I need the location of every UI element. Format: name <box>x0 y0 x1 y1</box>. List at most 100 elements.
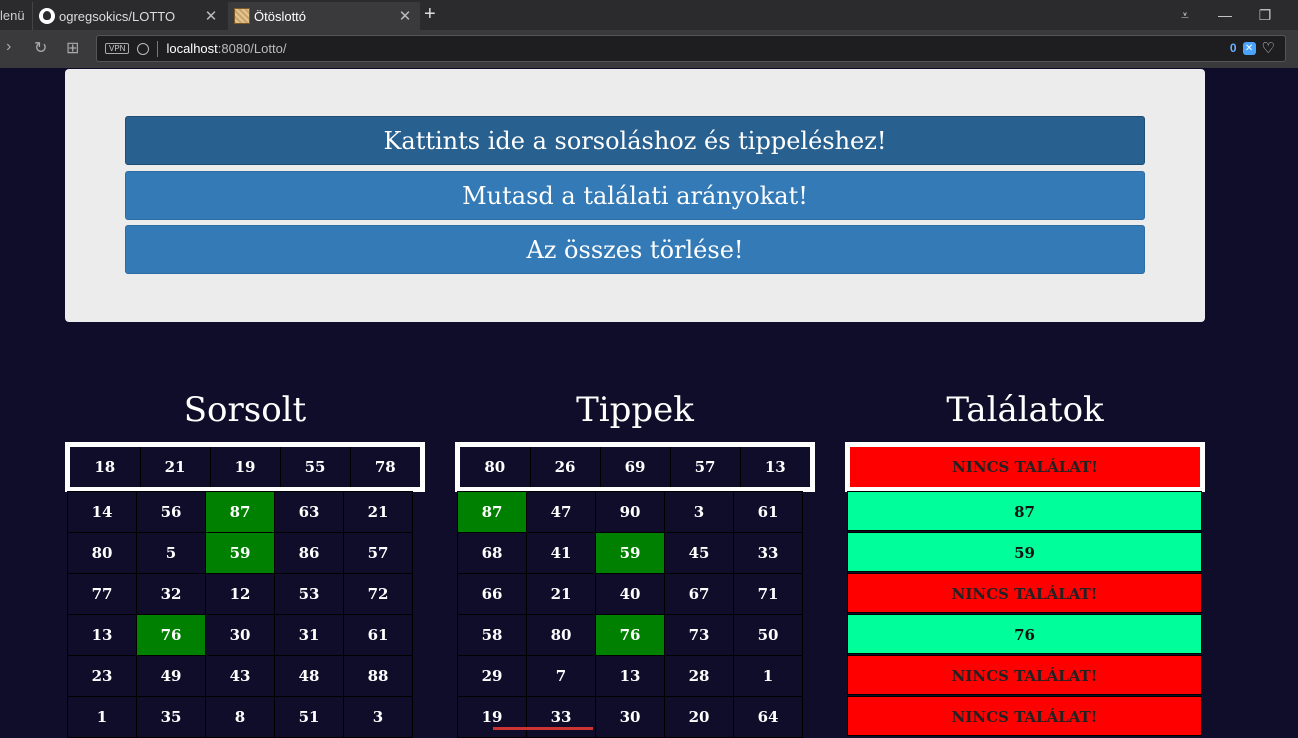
drawn-latest-row: 18 21 19 55 78 <box>65 442 425 492</box>
table-row: 29 7 13 28 1 <box>457 655 803 697</box>
tips-cell: 87 <box>457 491 527 533</box>
url-separator <box>157 40 159 57</box>
minimize-icon[interactable]: — <box>1204 0 1246 30</box>
drawn-cell: 35 <box>136 696 206 738</box>
browser-tab-bar: lenü ogregsokics/LOTTO ✕ Ötöslottó ✕ + ⩡… <box>0 0 1298 30</box>
tips-cell: 73 <box>664 614 734 656</box>
drawn-cell: 53 <box>274 573 344 615</box>
tips-cell: 33 <box>733 532 803 574</box>
url-text: localhost:8080/Lotto/ <box>166 41 286 56</box>
table-row: 23 49 43 48 88 <box>67 655 413 697</box>
tips-cell: 19 <box>457 696 527 738</box>
drawn-table: 14 56 87 63 21 80 5 59 86 57 77 32 12 53 72 13 76 30 31 61 2… <box>67 491 413 738</box>
tips-cell: 59 <box>595 532 665 574</box>
tips-cell: 30 <box>595 696 665 738</box>
table-row: 13 76 30 31 61 <box>67 614 413 656</box>
drawn-cell: 32 <box>136 573 206 615</box>
result-row: NINCS TALÁLAT! <box>847 655 1202 695</box>
tips-latest-cell: 57 <box>670 447 741 487</box>
url-field[interactable]: VPN localhost:8080/Lotto/ 0 ✕ ♡ <box>96 35 1286 62</box>
results-list: 87 59 NINCS TALÁLAT! 76 NINCS TALÁLAT! NINCS … <box>847 491 1202 737</box>
drawn-latest-cell: 18 <box>70 447 141 487</box>
tab-lotto[interactable]: Ötöslottó ✕ <box>228 2 420 30</box>
table-row: 19 33 30 20 64 <box>457 696 803 738</box>
address-bar: › ↻ ⊞ VPN localhost:8080/Lotto/ 0 ✕ ♡ <box>0 30 1298 68</box>
result-latest: NINCS TALÁLAT! <box>845 442 1205 492</box>
tips-title: Tippek <box>576 390 694 430</box>
table-row: 1 35 8 51 3 <box>67 696 413 738</box>
lotto-favicon-icon <box>234 8 250 24</box>
tips-cell: 1 <box>733 655 803 697</box>
drawn-cell: 3 <box>343 696 413 738</box>
tips-cell: 47 <box>526 491 596 533</box>
tips-cell: 80 <box>526 614 596 656</box>
drawn-cell: 14 <box>67 491 137 533</box>
tips-cell: 50 <box>733 614 803 656</box>
drawn-latest-cell: 55 <box>280 447 351 487</box>
drawn-cell: 48 <box>274 655 344 697</box>
drawn-cell: 88 <box>343 655 413 697</box>
tips-cell: 68 <box>457 532 527 574</box>
drawn-title: Sorsolt <box>183 390 307 430</box>
tips-latest-cell: 80 <box>460 447 531 487</box>
table-row: 66 21 40 67 71 <box>457 573 803 615</box>
tips-cell: 33 <box>526 696 596 738</box>
tips-cell: 58 <box>457 614 527 656</box>
draw-and-tip-button[interactable]: Kattints ide a sorsoláshoz és tippeléshe… <box>125 116 1145 165</box>
show-hit-rates-button[interactable]: Mutasd a találati arányokat! <box>125 171 1145 220</box>
tips-table: 87 47 90 3 61 68 41 59 45 33 66 21 40 67 71 58 80 76 73 50 2… <box>457 491 803 738</box>
tips-cell: 3 <box>664 491 734 533</box>
result-row: 87 <box>847 491 1202 531</box>
clear-all-button[interactable]: Az összes törlése! <box>125 225 1145 274</box>
vpn-badge[interactable]: VPN <box>105 43 130 54</box>
tips-cell: 29 <box>457 655 527 697</box>
tab-menu-icon[interactable]: ⩡ <box>1164 0 1206 30</box>
tips-cell: 20 <box>664 696 734 738</box>
tips-cell: 45 <box>664 532 734 574</box>
new-tab-icon[interactable]: + <box>424 3 436 26</box>
speed-dial-icon[interactable]: ⊞ <box>66 38 79 58</box>
forward-icon[interactable]: › <box>6 38 11 56</box>
drawn-cell: 87 <box>205 491 275 533</box>
drawn-cell: 77 <box>67 573 137 615</box>
tab-github[interactable]: ogregsokics/LOTTO ✕ <box>32 2 226 30</box>
tips-cell: 67 <box>664 573 734 615</box>
drawn-cell: 8 <box>205 696 275 738</box>
tab-lotto-title: Ötöslottó <box>254 8 307 24</box>
tips-latest-cell: 13 <box>764 458 786 476</box>
globe-icon <box>137 42 150 55</box>
tips-cell: 13 <box>595 655 665 697</box>
drawn-cell: 80 <box>67 532 137 574</box>
table-row: 14 56 87 63 21 <box>67 491 413 533</box>
drawn-cell: 57 <box>343 532 413 574</box>
table-row: 58 80 76 73 50 <box>457 614 803 656</box>
ad-blocker-icon[interactable]: ✕ <box>1242 41 1256 55</box>
tips-cell: 61 <box>733 491 803 533</box>
table-row: 68 41 59 45 33 <box>457 532 803 574</box>
url-actions: 0 ✕ ♡ <box>1230 39 1275 57</box>
tips-cell: 90 <box>595 491 665 533</box>
drawn-cell: 56 <box>136 491 206 533</box>
drawn-cell: 5 <box>136 532 206 574</box>
browser-menu-label[interactable]: lenü <box>0 8 25 23</box>
close-icon[interactable]: ✕ <box>202 7 220 25</box>
tips-cell: 40 <box>595 573 665 615</box>
tips-cell: 64 <box>733 696 803 738</box>
close-icon[interactable]: ✕ <box>396 7 414 25</box>
tips-cell: 76 <box>595 614 665 656</box>
control-panel: Kattints ide a sorsoláshoz és tippeléshe… <box>65 69 1205 322</box>
drawn-cell: 63 <box>274 491 344 533</box>
result-row: 59 <box>847 532 1202 572</box>
drawn-cell: 76 <box>136 614 206 656</box>
url-path: :8080/Lotto/ <box>217 41 287 56</box>
restore-icon[interactable]: ❐ <box>1244 0 1286 30</box>
reload-icon[interactable]: ↻ <box>34 38 47 58</box>
tab-github-title: ogregsokics/LOTTO <box>59 8 176 24</box>
result-row: NINCS TALÁLAT! <box>847 696 1202 736</box>
result-row: NINCS TALÁLAT! <box>847 573 1202 613</box>
drawn-cell: 30 <box>205 614 275 656</box>
tips-cell: 71 <box>733 573 803 615</box>
tips-latest-row: 80 26 69 57 13 <box>455 442 815 492</box>
bookmark-heart-icon[interactable]: ♡ <box>1262 39 1275 57</box>
drawn-cell: 51 <box>274 696 344 738</box>
